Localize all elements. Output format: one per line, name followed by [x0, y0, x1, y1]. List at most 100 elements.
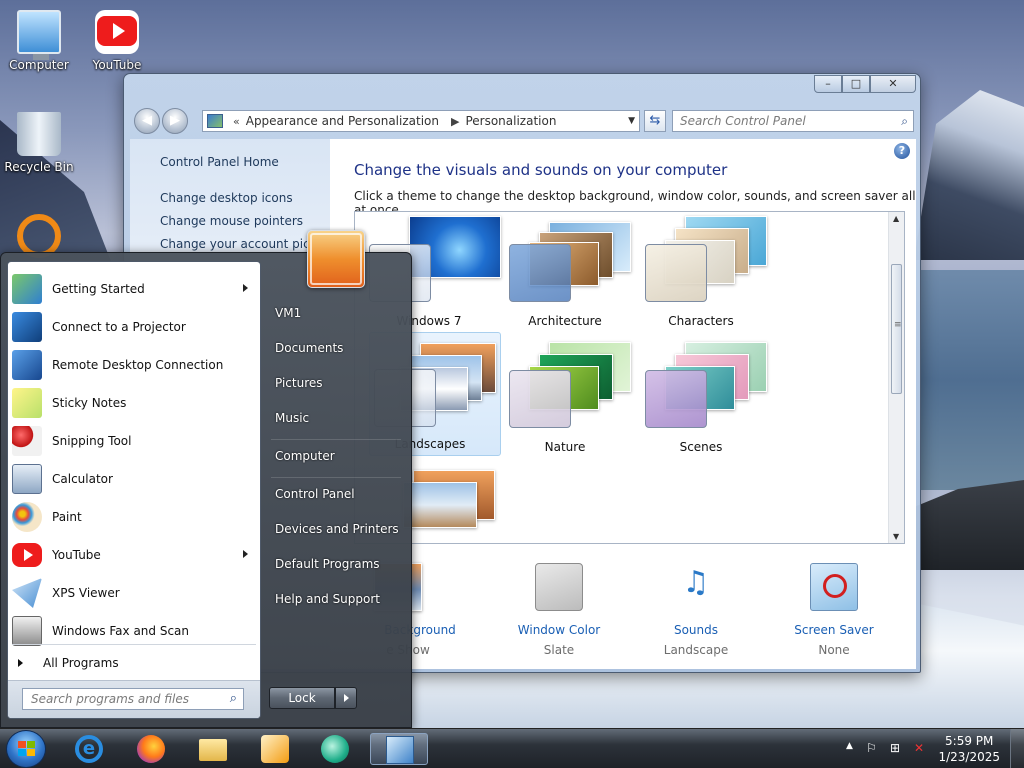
program-xps-viewer[interactable]: XPS Viewer	[12, 575, 258, 611]
themes-scrollbar[interactable]: ▲ ▼	[888, 212, 904, 543]
link-control-panel-home[interactable]: Control Panel Home	[160, 155, 279, 169]
breadcrumb-appearance[interactable]: Appearance and Personalization	[246, 114, 439, 128]
search-placeholder: Search programs and files	[31, 692, 189, 706]
theme-settings-row: Background e Show Window Color Slate ♫ S…	[354, 559, 905, 669]
program-connect-to-projector[interactable]: Connect to a Projector	[12, 309, 258, 345]
show-desktop-button[interactable]	[1010, 729, 1024, 768]
theme-nature[interactable]: Nature	[505, 338, 631, 458]
screen-saver-label: Screen Saver	[794, 623, 874, 637]
getting-started-icon	[12, 274, 42, 304]
taskbar-file-explorer[interactable]	[190, 733, 236, 765]
network-icon[interactable]: ⊞	[890, 741, 900, 755]
search-programs-input[interactable]: Search programs and files ⌕	[22, 688, 244, 710]
programs-separator	[12, 644, 256, 645]
link-change-account-picture[interactable]: Change your account pictur	[160, 237, 327, 251]
address-overflow[interactable]: «	[233, 115, 240, 128]
minimize-button[interactable]: –	[814, 75, 842, 93]
desktop-icon-recycle-bin[interactable]: Recycle Bin	[2, 112, 76, 174]
link-change-mouse-pointers[interactable]: Change mouse pointers	[160, 214, 303, 228]
start-item-music[interactable]: Music	[275, 411, 309, 425]
show-hidden-icons-icon[interactable]: ▲	[846, 741, 853, 751]
help-icon[interactable]: ?	[894, 143, 910, 159]
snipping-tool-icon	[12, 426, 42, 456]
program-label: Remote Desktop Connection	[52, 358, 224, 372]
start-item-default-programs[interactable]: Default Programs	[275, 557, 380, 571]
theme-glass-swatch	[645, 370, 707, 428]
desktop-icon-youtube[interactable]: YouTube	[80, 10, 154, 72]
program-calculator[interactable]: Calculator	[12, 461, 258, 497]
scrollbar-thumb[interactable]	[891, 264, 902, 394]
program-label: Calculator	[52, 472, 113, 486]
refresh-button[interactable]: ⇆	[644, 110, 666, 132]
theme-characters[interactable]: Characters	[641, 212, 767, 332]
theme-scenes[interactable]: Scenes	[641, 338, 767, 458]
start-item-help-support[interactable]: Help and Support	[275, 592, 380, 606]
clock-time: 5:59 PM	[945, 734, 994, 748]
window-color-swatch	[535, 563, 583, 611]
desktop: Computer YouTube Recycle Bin – □ ✕ ◀ ▶ «…	[0, 0, 1024, 728]
start-item-pictures[interactable]: Pictures	[275, 376, 323, 390]
program-youtube[interactable]: YouTube	[12, 537, 258, 573]
taskbar-messenger[interactable]	[312, 733, 358, 765]
clock[interactable]: 5:59 PM 1/23/2025	[938, 733, 1000, 765]
program-label: Windows Fax and Scan	[52, 624, 190, 638]
remote-desktop-icon	[12, 350, 42, 380]
search-icon: ⌕	[901, 114, 908, 128]
breadcrumb-separator-icon[interactable]: ▶	[451, 115, 459, 128]
theme-label: Characters	[668, 314, 734, 328]
theme-architecture[interactable]: Architecture	[505, 212, 631, 332]
program-sticky-notes[interactable]: Sticky Notes	[12, 385, 258, 421]
start-item-documents[interactable]: Documents	[275, 341, 343, 355]
address-dropdown-icon[interactable]: ▼	[628, 116, 635, 126]
program-label: XPS Viewer	[52, 586, 120, 600]
scroll-down-icon[interactable]: ▼	[893, 532, 899, 541]
theme-glass-swatch	[509, 370, 571, 428]
theme-label: Scenes	[679, 440, 723, 454]
start-item-user[interactable]: VM1	[275, 306, 301, 320]
link-change-desktop-icons[interactable]: Change desktop icons	[160, 191, 293, 205]
forward-button[interactable]: ▶	[162, 108, 188, 134]
themes-list: Windows 7 Architecture Characters Landsc…	[354, 211, 905, 544]
scroll-up-icon[interactable]: ▲	[893, 214, 899, 223]
all-programs-arrow-icon	[18, 659, 23, 667]
start-button[interactable]	[6, 730, 46, 768]
all-programs-button[interactable]: All Programs	[18, 656, 119, 670]
lock-button[interactable]: Lock	[269, 687, 335, 709]
youtube-icon	[95, 10, 139, 54]
breadcrumb-personalization[interactable]: Personalization	[465, 114, 556, 128]
wallpaper-water	[914, 270, 1024, 490]
media-player-icon	[261, 735, 289, 763]
screen-saver-icon	[810, 563, 858, 611]
start-item-control-panel[interactable]: Control Panel	[275, 487, 355, 501]
xps-viewer-icon	[12, 578, 42, 608]
close-button[interactable]: ✕	[870, 75, 916, 93]
shutdown-options-button[interactable]	[335, 687, 357, 709]
windows-logo-icon	[18, 741, 36, 758]
program-snipping-tool[interactable]: Snipping Tool	[12, 423, 258, 459]
window-color-label: Window Color	[517, 623, 601, 637]
user-account-picture[interactable]	[307, 230, 365, 288]
youtube-icon	[12, 543, 42, 567]
all-programs-label: All Programs	[43, 656, 119, 670]
action-center-icon[interactable]: ⚐	[866, 741, 877, 755]
taskbar-internet-explorer[interactable]: e	[66, 733, 112, 765]
program-paint[interactable]: Paint	[12, 499, 258, 535]
address-bar[interactable]: « Appearance and Personalization ▶ Perso…	[202, 110, 640, 132]
program-remote-desktop[interactable]: Remote Desktop Connection	[12, 347, 258, 383]
back-button[interactable]: ◀	[134, 108, 160, 134]
program-label: YouTube	[52, 548, 101, 562]
program-getting-started[interactable]: Getting Started	[12, 271, 258, 307]
taskbar-firefox[interactable]	[128, 733, 174, 765]
folder-icon	[199, 739, 227, 761]
taskbar-control-panel[interactable]	[370, 733, 428, 765]
sounds-value: Landscape	[663, 643, 729, 657]
wallpaper-mountain-right	[914, 90, 1024, 260]
taskbar-media-player[interactable]	[252, 733, 298, 765]
maximize-button[interactable]: □	[842, 75, 870, 93]
projector-icon	[12, 312, 42, 342]
start-item-computer[interactable]: Computer	[275, 449, 335, 463]
start-item-devices-printers[interactable]: Devices and Printers	[275, 522, 399, 536]
desktop-icon-computer[interactable]: Computer	[2, 10, 76, 72]
search-control-panel-input[interactable]: Search Control Panel ⌕	[672, 110, 914, 132]
volume-muted-icon[interactable]: ✕	[914, 741, 924, 755]
